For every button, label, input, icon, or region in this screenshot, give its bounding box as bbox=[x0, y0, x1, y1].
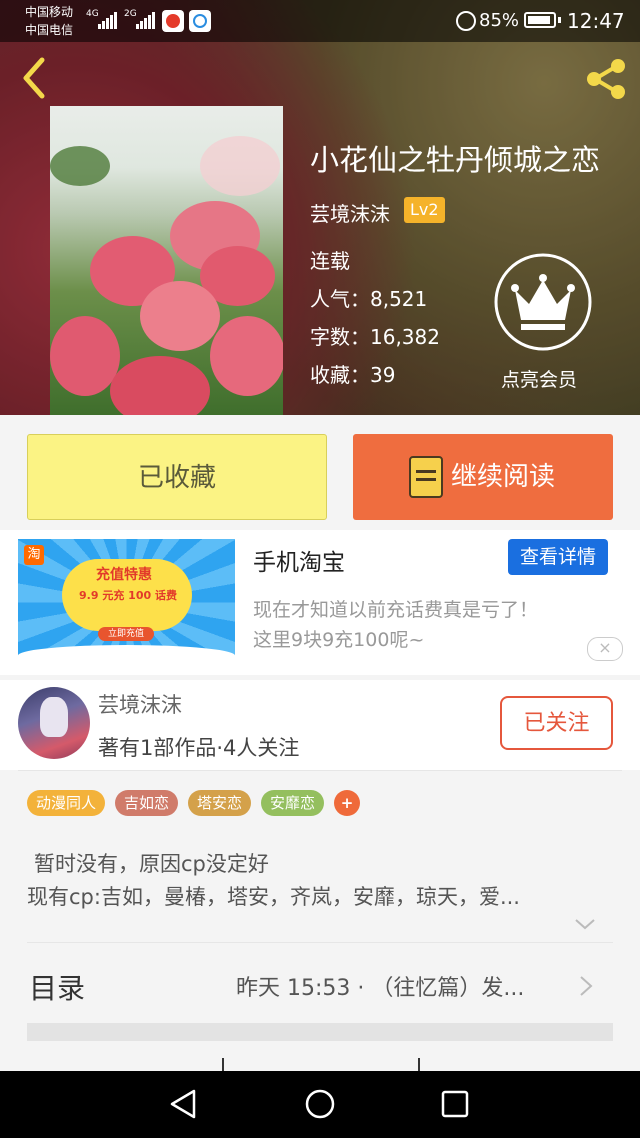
ad-banner-image[interactable]: 淘 充值特惠 9.9 元充 100 话费 立即充值 bbox=[18, 539, 235, 666]
tag-item[interactable]: 吉如恋 bbox=[115, 790, 179, 816]
alarm-icon bbox=[456, 11, 476, 31]
vip-label: 点亮会员 bbox=[501, 369, 578, 391]
catalog-arrow bbox=[578, 974, 594, 998]
network-type-1: 4G bbox=[86, 9, 99, 19]
tab-divider bbox=[418, 1058, 420, 1071]
favorited-button[interactable]: 已收藏 bbox=[27, 434, 327, 520]
square-recents-icon bbox=[441, 1090, 469, 1118]
signal-icon-2 bbox=[136, 12, 156, 33]
battery-percent: 85% bbox=[479, 10, 520, 31]
ad-title: 手机淘宝 bbox=[253, 550, 345, 576]
book-cover-image[interactable] bbox=[50, 106, 283, 415]
chevron-down-icon bbox=[575, 919, 595, 930]
author-name[interactable]: 芸境沫沫 bbox=[310, 198, 390, 227]
crown-icon bbox=[494, 253, 592, 351]
taobao-logo: 淘 bbox=[24, 545, 44, 565]
add-tag-button[interactable]: + bbox=[334, 790, 361, 816]
book-popularity: 人气：8,521 bbox=[310, 287, 428, 311]
chevron-right-icon bbox=[580, 976, 593, 996]
circle-home-icon bbox=[305, 1089, 335, 1119]
description-line2: 现有cp:吉如，曼椿，塔安，齐岚，安靡，琼天，爱... bbox=[27, 885, 520, 909]
nav-back-button[interactable] bbox=[168, 1088, 200, 1120]
nav-recents-button[interactable] bbox=[441, 1090, 469, 1118]
author-card-name[interactable]: 芸境沫沫 bbox=[98, 689, 182, 719]
book-title: 小花仙之牡丹倾城之恋 bbox=[310, 143, 601, 177]
tag-list: 动漫同人 吉如恋 塔安恋 安靡恋 + bbox=[27, 790, 370, 816]
ad-detail-button[interactable]: 查看详情 bbox=[508, 539, 608, 575]
back-arrow-icon bbox=[23, 57, 45, 99]
back-button[interactable] bbox=[18, 56, 50, 100]
follow-button[interactable]: 已关注 bbox=[500, 696, 613, 750]
continue-reading-button[interactable]: 继续阅读 bbox=[353, 434, 613, 520]
vip-button[interactable]: 点亮会员 bbox=[493, 252, 593, 392]
tag-item[interactable]: 塔安恋 bbox=[188, 790, 252, 816]
book-icon bbox=[409, 456, 443, 498]
network-type-2: 2G bbox=[124, 9, 137, 19]
battery-icon bbox=[524, 12, 556, 28]
author-avatar[interactable] bbox=[18, 687, 90, 759]
share-button[interactable] bbox=[583, 56, 629, 102]
continue-reading-label: 继续阅读 bbox=[451, 462, 556, 492]
catalog-label: 目录 bbox=[29, 972, 86, 1005]
carrier-2: 中国电信 bbox=[25, 23, 74, 37]
triangle-back-icon bbox=[170, 1089, 196, 1119]
book-word-count: 字数：16,382 bbox=[310, 325, 440, 349]
tab-divider bbox=[222, 1058, 224, 1071]
author-level-badge: Lv2 bbox=[404, 197, 445, 223]
divider bbox=[27, 942, 613, 943]
status-bar: 中国移动 中国电信 4G 2G 85% 12:47 bbox=[0, 0, 640, 42]
tag-item[interactable]: 安靡恋 bbox=[261, 790, 325, 816]
nav-home-button[interactable] bbox=[304, 1088, 336, 1120]
battery-cap bbox=[558, 17, 561, 23]
tag-item[interactable]: 动漫同人 bbox=[27, 790, 106, 816]
expand-button[interactable] bbox=[574, 916, 596, 932]
divider bbox=[18, 770, 622, 771]
description-line1: 暂时没有，原因cp没定好 bbox=[34, 852, 269, 876]
ad-close-icon[interactable]: × bbox=[587, 637, 623, 661]
ad-text-line1: 现在才知道以前充话费真是亏了！ bbox=[253, 599, 539, 621]
ad-banner-text: 9.9 元充 100 话费 bbox=[79, 589, 177, 602]
signal-icon-1 bbox=[98, 12, 118, 33]
book-status: 连载 bbox=[310, 249, 350, 273]
app-notification-icon-1 bbox=[162, 10, 184, 32]
section-separator bbox=[27, 1023, 613, 1041]
app-notification-icon-2 bbox=[189, 10, 211, 32]
author-card-stats: 著有1部作品·4人关注 bbox=[98, 736, 300, 760]
ad-banner-button: 立即充值 bbox=[98, 627, 154, 641]
system-navigation-bar bbox=[0, 1071, 640, 1138]
ad-text-line2: 这里9块9充100呢~ bbox=[253, 629, 425, 651]
clock: 12:47 bbox=[567, 9, 625, 33]
book-favorites: 收藏：39 bbox=[310, 363, 396, 387]
carrier-1: 中国移动 bbox=[25, 5, 74, 19]
ad-banner-heading: 充值特惠 bbox=[96, 567, 152, 583]
share-icon bbox=[587, 59, 625, 99]
catalog-latest-chapter: 昨天 15:53 · （往忆篇）发... bbox=[236, 976, 525, 1001]
